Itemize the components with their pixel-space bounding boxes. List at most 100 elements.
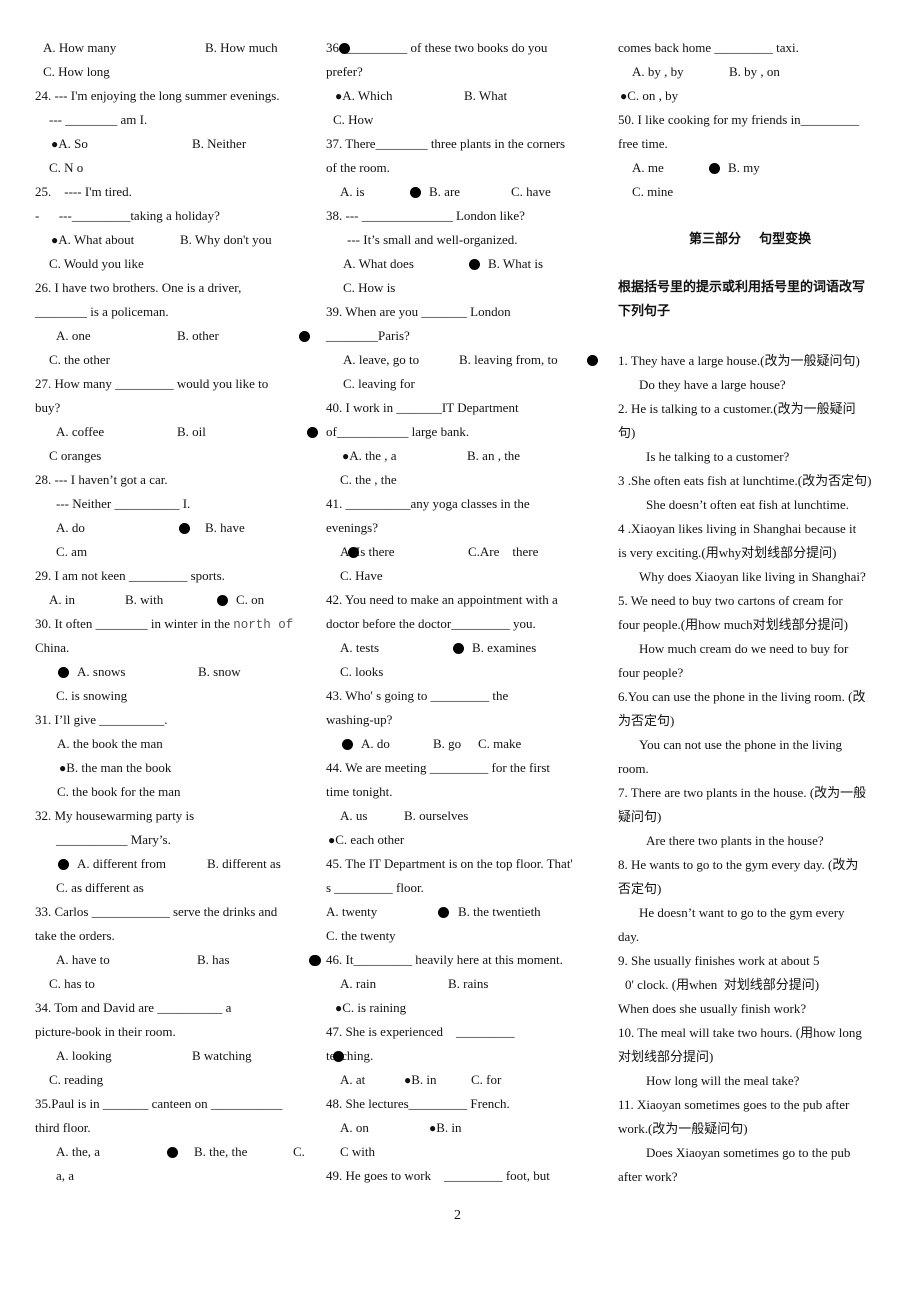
line-text: A. the , a (349, 448, 397, 463)
line-text: Are there two plants in the house? (646, 833, 824, 848)
question-line: 26. I have two brothers. One is a driver… (35, 280, 241, 296)
line-text: B. What is (488, 256, 544, 271)
line-text: picture-book in their room. (35, 1024, 176, 1039)
line-text: C. is raining (342, 1000, 407, 1015)
line-text: --- Neither __________ I. (56, 496, 191, 511)
answer-marker-icon (348, 547, 359, 558)
question-line: A. at (340, 1072, 365, 1088)
line-text: 3 .She often eats fish at lunchtime.(改为否… (618, 473, 872, 488)
line-text: free time. (618, 136, 668, 151)
exercise-line: Does Xiaoyan sometimes go to the pub (646, 1145, 850, 1161)
question-line: 50. I like cooking for my friends in____… (618, 112, 859, 128)
line-text: C. How long (43, 64, 110, 79)
question-line: B. What (464, 88, 507, 104)
line-text: ________ is a policeman. (35, 304, 169, 319)
line-text: B. by , on (729, 64, 780, 79)
line-text: A. us (340, 808, 368, 823)
exercise-line: 8. He wants to go to the gym every day. … (618, 857, 858, 873)
line-text: of___________ large bank. (326, 424, 470, 439)
exercise-line: 7. There are two plants in the house. (改… (618, 785, 866, 801)
line-text: 4 .Xiaoyan likes living in Shanghai beca… (618, 521, 857, 536)
line-text: 为否定句) (618, 713, 675, 728)
line-text: 对划线部分提问) (618, 1049, 714, 1064)
question-line: B. Why don't you (180, 232, 272, 248)
line-text: 7. There are two plants in the house. (改… (618, 785, 867, 800)
question-line: washing-up? (326, 712, 392, 728)
question-line: B. with (125, 592, 163, 608)
exercise-line: 10. The meal will take two hours. (用how … (618, 1025, 862, 1041)
exercise-line: 6.You can use the phone in the living ro… (618, 689, 865, 705)
question-line: C. make (478, 736, 521, 752)
line-text: 38. --- ______________ London like? (326, 208, 525, 223)
line-text: C. each other (335, 832, 405, 847)
line-text: B. in (436, 1120, 462, 1135)
question-line: C. looks (340, 664, 383, 680)
line-text: C. have (511, 184, 551, 199)
line-text: A. What does (343, 256, 414, 271)
question-line: 28. --- I haven’t got a car. (35, 472, 168, 488)
line-text: A. in (49, 592, 75, 607)
line-text: take the orders. (35, 928, 115, 943)
line-text: 否定句) (618, 881, 662, 896)
question-line: A. is (340, 184, 365, 200)
question-line: C. has to (49, 976, 95, 992)
line-text: B. in (411, 1072, 437, 1087)
line-text: is very exciting.(用why对划线部分提问) (618, 545, 837, 560)
line-text: evenings? (326, 520, 378, 535)
exercise-line: 5. We need to buy two cartons of cream f… (618, 593, 843, 609)
question-line: A. How many (43, 40, 116, 56)
line-text: B. the twentieth (458, 904, 541, 919)
question-line: A. What does (343, 256, 414, 272)
exercise-line: Is he talking to a customer? (646, 449, 789, 465)
question-line: C. (293, 1144, 305, 1160)
question-line: 38. --- ______________ London like? (326, 208, 525, 224)
question-line: evenings? (326, 520, 378, 536)
question-line: China. (35, 640, 69, 656)
question-line: C.Are there (468, 544, 538, 560)
line-text: B. examines (472, 640, 537, 655)
line-text: 24. --- I'm enjoying the long summer eve… (35, 88, 280, 103)
line-text: C. N o (49, 160, 84, 175)
line-text: 9. She usually finishes work at about 5 (618, 953, 820, 968)
question-line: C. am (56, 544, 87, 560)
line-text: C. leaving for (343, 376, 415, 391)
question-line: ●C. is raining (335, 1000, 406, 1016)
line-text: A. me (632, 160, 664, 175)
question-line: B. the, the (194, 1144, 247, 1160)
line-text: B. oil (177, 424, 206, 439)
line-text: B. What (464, 88, 508, 103)
line-text: 36.__________ of these two books do you (326, 40, 548, 55)
line-text: Is he talking to a customer? (646, 449, 790, 464)
line-text: s _________ floor. (326, 880, 424, 895)
exercise-line: 为否定句) (618, 713, 674, 729)
line-text: 29. I am not keen _________ sports. (35, 568, 225, 583)
line-text: B. snow (198, 664, 241, 679)
line-text: B. Neither (192, 136, 247, 151)
line-text: B. has (197, 952, 230, 967)
question-line: C. the other (49, 352, 110, 368)
line-text: C. has to (49, 976, 95, 991)
question-line: A. do (56, 520, 85, 536)
question-line: ●B. in (429, 1120, 462, 1136)
question-line: C with (340, 1144, 375, 1160)
question-line: 24. --- I'm enjoying the long summer eve… (35, 88, 280, 104)
line-text: 47. She is experienced _________ (326, 1024, 515, 1039)
line-text: 26. I have two brothers. One is a driver… (35, 280, 242, 295)
line-text: 35.Paul is in _______ canteen on _______… (35, 1096, 283, 1111)
line-text: --- ________ am I. (49, 112, 148, 127)
line-text: C. mine (632, 184, 674, 199)
line-text: 37. There________ three plants in the co… (326, 136, 566, 151)
exercise-line: 0' clock. (用when 对划线部分提问) (625, 977, 819, 993)
line-text: after work? (618, 1169, 678, 1184)
question-line: 44. We are meeting _________ for the fir… (326, 760, 550, 776)
line-text: 0' clock. (用when 对划线部分提问) (625, 977, 820, 992)
question-line: C. Would you like (49, 256, 144, 272)
question-line: B. are (429, 184, 460, 200)
line-text: C. reading (49, 1072, 104, 1087)
exercise-line: work.(改为一般疑问句) (618, 1121, 748, 1137)
answer-marker-icon (342, 739, 353, 750)
line-text: A. Which (342, 88, 393, 103)
line-text: A. How many (43, 40, 117, 55)
answer-marker-icon (217, 595, 228, 606)
line-text: washing-up? (326, 712, 393, 727)
